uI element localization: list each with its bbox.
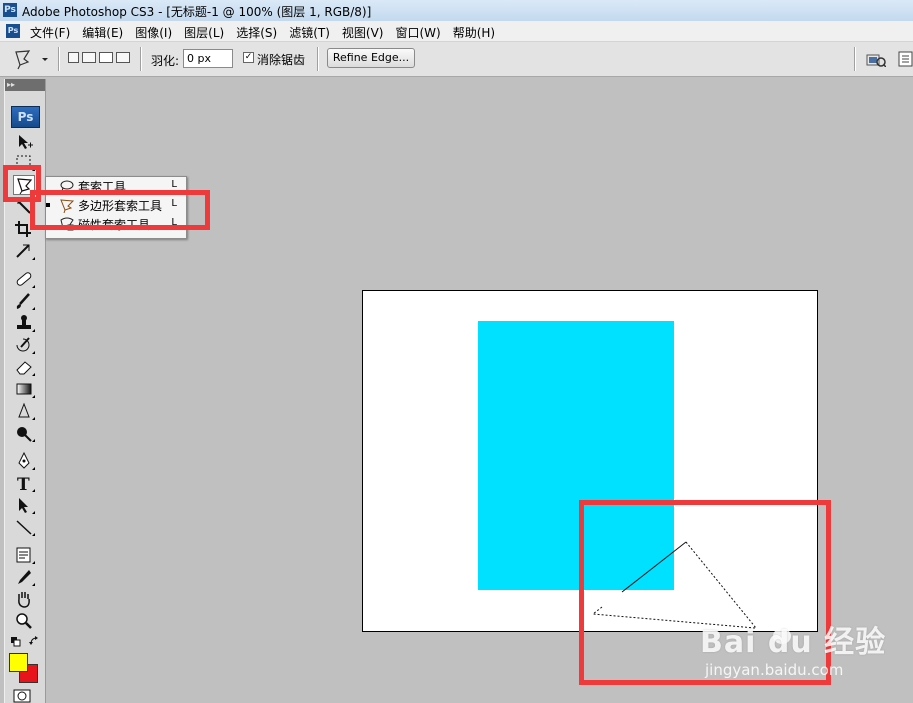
zoom-tool[interactable]: [13, 611, 35, 631]
menu-image[interactable]: 图像(I): [134, 24, 173, 41]
default-colors-icon[interactable]: [11, 637, 21, 647]
line-tool[interactable]: [13, 517, 35, 537]
path-selection-tool[interactable]: [13, 495, 35, 515]
history-brush-tool[interactable]: [13, 335, 35, 355]
svg-text:T: T: [17, 475, 30, 493]
antialias-checkbox[interactable]: ✓: [243, 52, 254, 63]
app-icon: Ps: [3, 3, 17, 17]
antialias-label: 消除锯齿: [257, 53, 306, 67]
move-tool[interactable]: [13, 132, 35, 152]
menu-layer[interactable]: 图层(L): [183, 24, 225, 41]
menu-list: 文件(F) 编辑(E) 图像(I) 图层(L) 选择(S) 滤镜(T) 视图(V…: [29, 24, 496, 41]
pen-tool[interactable]: [13, 451, 35, 471]
flyout-item-shortcut: L: [171, 179, 177, 190]
eraser-tool[interactable]: [13, 357, 35, 377]
toolbox-grip[interactable]: ▸▸: [5, 79, 45, 91]
slice-tool[interactable]: [13, 241, 35, 261]
hand-icon: [18, 592, 30, 608]
menu-filter[interactable]: 滤镜(T): [288, 24, 331, 41]
brush-tool[interactable]: [13, 291, 35, 311]
watermark-logo-text: Bai du 经验: [700, 625, 887, 660]
add-selection-button[interactable]: [82, 52, 96, 63]
notes-tool[interactable]: [13, 545, 35, 565]
menu-view[interactable]: 视图(V): [341, 24, 385, 41]
dodge-tool[interactable]: [13, 423, 35, 443]
options-bar: 羽化: ✓ 消除锯齿 Refine Edge...: [0, 42, 913, 77]
menu-file[interactable]: 文件(F): [29, 24, 71, 41]
move-icon: [19, 135, 33, 149]
window-title: Adobe Photoshop CS3 - [无标题-1 @ 100% (图层 …: [22, 5, 372, 19]
toolbar-separator: [854, 47, 856, 71]
menu-bar: Ps 文件(F) 编辑(E) 图像(I) 图层(L) 选择(S) 滤镜(T) 视…: [0, 21, 913, 42]
photoshop-logo[interactable]: Ps: [11, 106, 40, 128]
polygonal-lasso-icon: [15, 50, 48, 70]
blur-tool[interactable]: [13, 401, 35, 421]
bridge-icon[interactable]: [866, 53, 886, 67]
tool-preset-picker[interactable]: [9, 47, 49, 71]
new-selection-button[interactable]: [68, 52, 79, 63]
title-bar: Ps Adobe Photoshop CS3 - [无标题-1 @ 100% (…: [0, 0, 913, 22]
feather-input[interactable]: [183, 49, 233, 68]
panel-well-icon[interactable]: [898, 51, 913, 67]
zoom-icon: [16, 613, 32, 629]
menu-edit[interactable]: 编辑(E): [81, 24, 124, 41]
menu-window[interactable]: 窗口(W): [394, 24, 441, 41]
intersect-selection-button[interactable]: [116, 52, 130, 63]
toolbar-separator: [317, 47, 319, 71]
eyedropper-tool[interactable]: [13, 567, 35, 587]
quick-mask-icon[interactable]: [13, 689, 33, 703]
toolbar-separator: [58, 47, 60, 71]
swap-colors-icon[interactable]: [29, 636, 40, 647]
highlight-polygonal-lasso-item: [30, 190, 210, 230]
feather-label: 羽化:: [151, 54, 180, 68]
menu-select[interactable]: 选择(S): [235, 24, 278, 41]
subtract-selection-button[interactable]: [99, 52, 113, 63]
toolbar-separator: [140, 47, 142, 71]
watermark-url: jingyan.baidu.com: [705, 661, 844, 679]
menu-help[interactable]: 帮助(H): [452, 24, 496, 41]
document-icon[interactable]: Ps: [6, 24, 20, 38]
gradient-tool[interactable]: [13, 379, 35, 399]
healing-brush-tool[interactable]: [13, 269, 35, 289]
hand-tool[interactable]: [13, 589, 35, 609]
clone-stamp-tool[interactable]: [13, 313, 35, 333]
refine-edge-button[interactable]: Refine Edge...: [327, 48, 415, 68]
foreground-color-swatch[interactable]: [9, 653, 28, 672]
type-tool[interactable]: T: [13, 473, 35, 493]
